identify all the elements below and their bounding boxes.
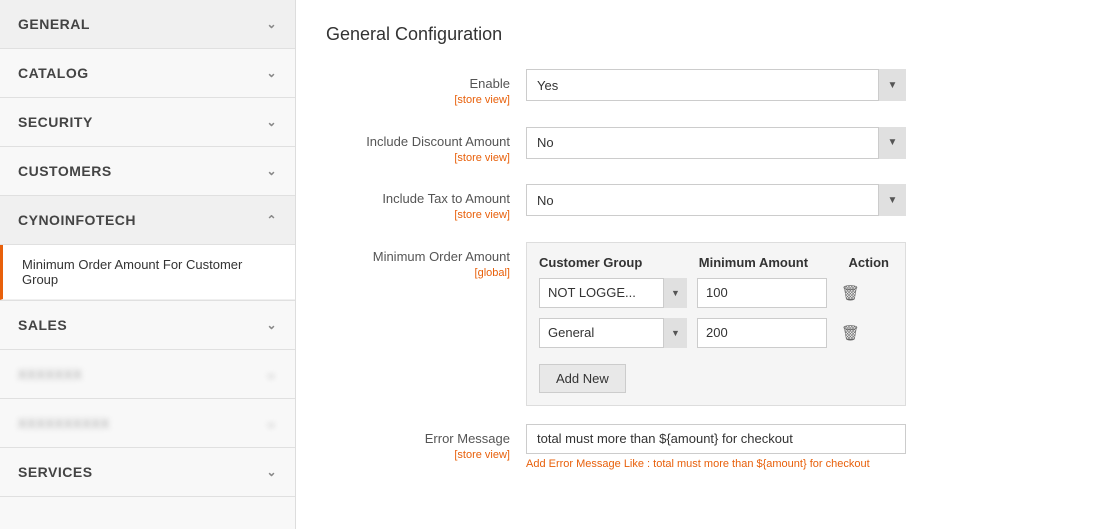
error-message-input[interactable] [526, 424, 906, 454]
chevron-down-icon: ⌄ [266, 415, 277, 431]
enable-select-wrap: Yes No ▼ [526, 69, 906, 101]
submenu-item-min-order[interactable]: Minimum Order Amount For Customer Group [0, 245, 295, 300]
sidebar-item-label-catalog: CATALOG [18, 65, 89, 81]
group-select-wrap-1: NOT LOGGE... General Wholesale Retailer … [539, 278, 687, 308]
min-order-label: Minimum Order Amount [global] [326, 242, 526, 282]
error-message-label: Error Message [store view] [326, 424, 526, 464]
group-select-wrap-2: NOT LOGGE... General Wholesale Retailer … [539, 318, 687, 348]
chevron-down-icon: ⌄ [266, 17, 277, 31]
include-tax-label: Include Tax to Amount [store view] [326, 184, 526, 224]
min-order-row: Minimum Order Amount [global] Customer G… [326, 242, 1084, 406]
add-new-button[interactable]: Add New [539, 364, 626, 393]
chevron-down-icon: ⌄ [266, 366, 277, 382]
sidebar-item-label-services: SERVICES [18, 464, 93, 480]
include-discount-control: Yes No ▼ [526, 127, 1084, 159]
error-message-control: Add Error Message Like : total must more… [526, 424, 1084, 470]
min-order-control: Customer Group Minimum Amount Action NOT… [526, 242, 1084, 406]
delete-row-1-button[interactable]: 🗑 [837, 282, 864, 304]
chevron-down-icon: ⌄ [266, 164, 277, 178]
amount-input-2[interactable] [697, 318, 827, 348]
sidebar-item-security[interactable]: SECURITY ⌄ [0, 98, 295, 147]
table-header: Customer Group Minimum Amount Action [539, 255, 893, 278]
include-tax-select-wrap: Yes No ▼ [526, 184, 906, 216]
table-row: NOT LOGGE... General Wholesale Retailer … [539, 278, 893, 308]
chevron-down-icon: ⌄ [266, 465, 277, 479]
delete-row-2-button[interactable]: 🗑 [837, 322, 864, 344]
sidebar-item-blurred2[interactable]: XXXXXXXXXX ⌄ [0, 399, 295, 448]
page-title: General Configuration [326, 24, 1084, 45]
sidebar-item-blurred1[interactable]: XXXXXXX ⌄ [0, 350, 295, 399]
sidebar-item-label-sales: SALES [18, 317, 67, 333]
sidebar-item-general[interactable]: GENERAL ⌄ [0, 0, 295, 49]
include-tax-control: Yes No ▼ [526, 184, 1084, 216]
enable-select[interactable]: Yes No [526, 69, 906, 101]
chevron-up-icon: ⌃ [266, 213, 277, 227]
sidebar-item-customers[interactable]: CUSTOMERS ⌄ [0, 147, 295, 196]
group-select-1[interactable]: NOT LOGGE... General Wholesale Retailer [539, 278, 687, 308]
sidebar-item-label-security: SECURITY [18, 114, 93, 130]
sidebar-item-label-cynoinfotech: CYNOINFOTECH [18, 212, 136, 228]
error-message-hint: Add Error Message Like : total must more… [526, 458, 1084, 470]
include-discount-select[interactable]: Yes No [526, 127, 906, 159]
sidebar-item-label-blurred2: XXXXXXXXXX [18, 416, 110, 431]
include-tax-row: Include Tax to Amount [store view] Yes N… [326, 184, 1084, 224]
include-tax-select[interactable]: Yes No [526, 184, 906, 216]
enable-control: Yes No ▼ [526, 69, 1084, 101]
sidebar-item-catalog[interactable]: CATALOG ⌄ [0, 49, 295, 98]
sidebar-item-cynoinfotech[interactable]: CYNOINFOTECH ⌃ Minimum Order Amount For … [0, 196, 295, 301]
sidebar-item-label-customers: CUSTOMERS [18, 163, 112, 179]
sidebar-item-label-general: GENERAL [18, 16, 90, 32]
customer-group-table: Customer Group Minimum Amount Action NOT… [526, 242, 906, 406]
col-header-amount: Minimum Amount [699, 255, 849, 270]
sidebar-item-sales[interactable]: SALES ⌄ [0, 301, 295, 350]
error-message-row: Error Message [store view] Add Error Mes… [326, 424, 1084, 470]
include-discount-select-wrap: Yes No ▼ [526, 127, 906, 159]
include-discount-row: Include Discount Amount [store view] Yes… [326, 127, 1084, 167]
enable-row: Enable [store view] Yes No ▼ [326, 69, 1084, 109]
amount-input-1[interactable] [697, 278, 827, 308]
col-header-action: Action [849, 255, 893, 270]
submenu-item-label: Minimum Order Amount For Customer Group [22, 257, 277, 287]
table-row: NOT LOGGE... General Wholesale Retailer … [539, 318, 893, 348]
chevron-down-icon: ⌄ [266, 66, 277, 80]
include-discount-label: Include Discount Amount [store view] [326, 127, 526, 167]
chevron-down-icon: ⌄ [266, 318, 277, 332]
sidebar-item-services[interactable]: SERVICES ⌄ [0, 448, 295, 497]
enable-label: Enable [store view] [326, 69, 526, 109]
main-content: General Configuration Enable [store view… [296, 0, 1114, 529]
cynoinfotech-submenu: Minimum Order Amount For Customer Group [0, 244, 295, 300]
sidebar: GENERAL ⌄ CATALOG ⌄ SECURITY ⌄ CUSTOMERS… [0, 0, 296, 529]
chevron-down-icon: ⌄ [266, 115, 277, 129]
col-header-group: Customer Group [539, 255, 699, 270]
group-select-2[interactable]: NOT LOGGE... General Wholesale Retailer [539, 318, 687, 348]
sidebar-item-label-blurred1: XXXXXXX [18, 367, 82, 382]
